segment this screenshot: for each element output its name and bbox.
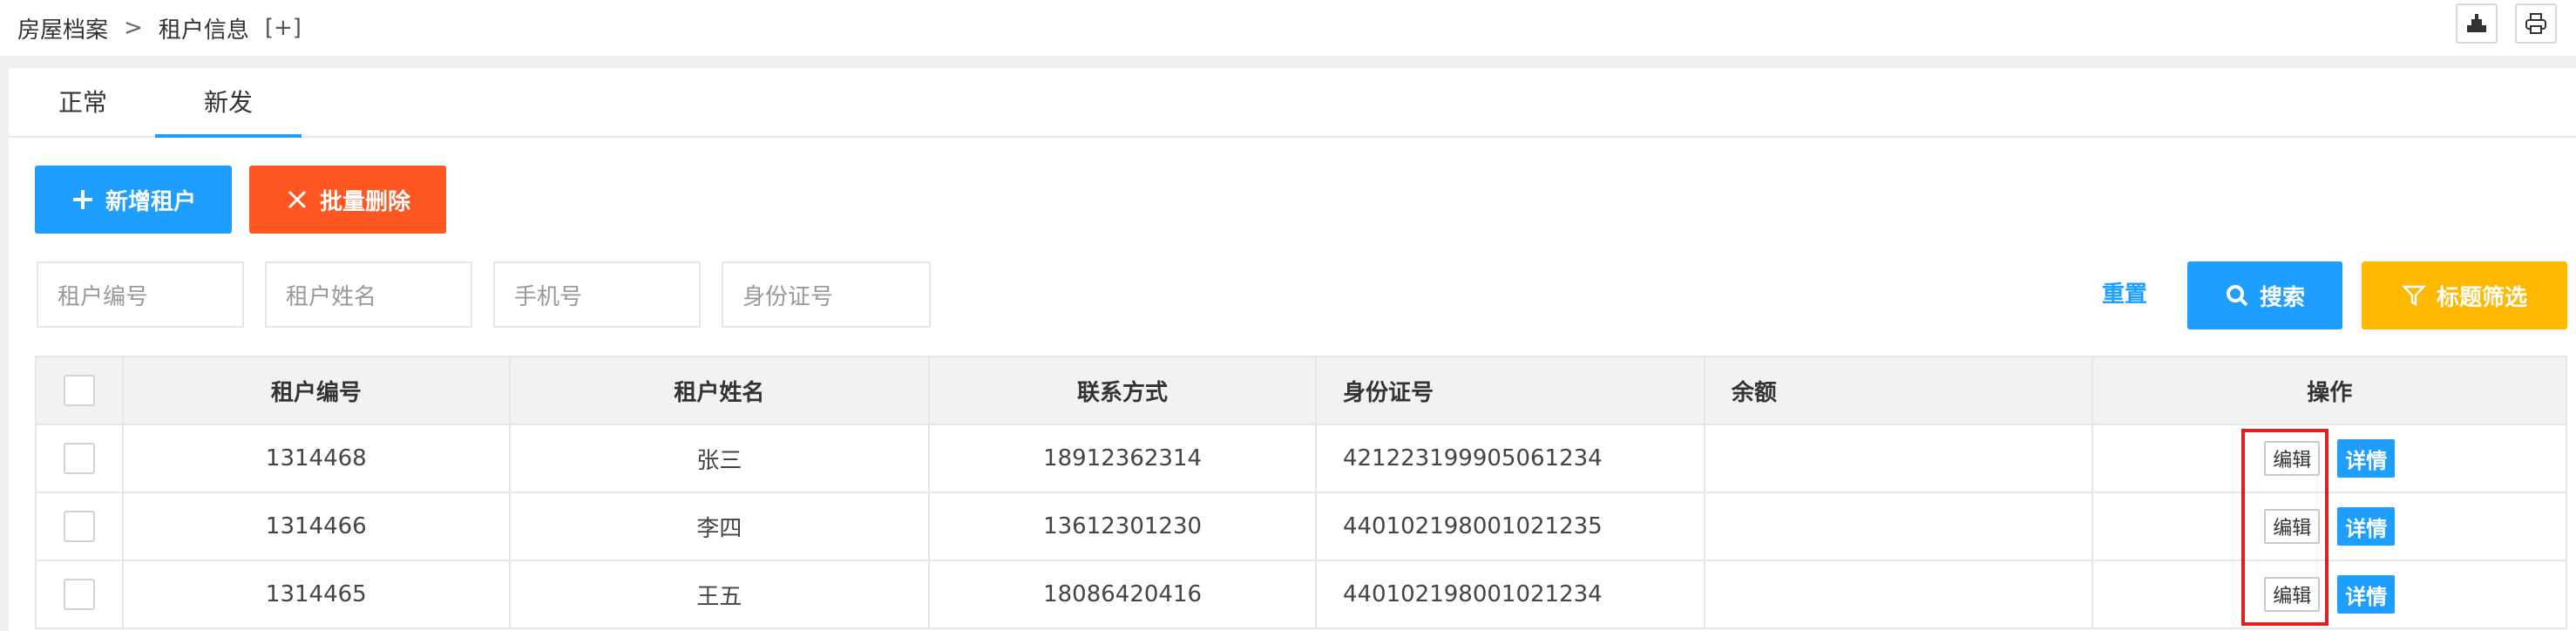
close-icon [288, 190, 307, 209]
table-row: 1314466 李四 13612301230 44010219800102123… [35, 492, 2567, 561]
phone-input[interactable]: 手机号 [493, 261, 701, 328]
cell-id-card: 421223199905061234 [1314, 424, 1705, 493]
header-balance: 余额 [1703, 356, 2094, 425]
header-phone: 联系方式 [928, 356, 1317, 425]
breadcrumb-current: 租户信息 [158, 17, 249, 44]
cell-id-card: 440102198001021234 [1314, 560, 1705, 629]
column-filter-button[interactable]: 标题筛选 [2362, 261, 2567, 329]
header-tenant-name: 租户姓名 [508, 356, 931, 425]
top-tools [2456, 3, 2557, 44]
cell-actions: 编辑 详情 [2091, 424, 2567, 493]
cell-actions: 编辑 详情 [2091, 492, 2567, 561]
tab-normal[interactable]: 正常 [26, 68, 139, 138]
breadcrumb-expand[interactable]: [+] [265, 15, 302, 41]
print-button[interactable] [2515, 3, 2557, 44]
main-card: 正常 新发 新增租户 批量删除 租户编号 租户姓名 手机号 身份证号 重置 搜索… [9, 68, 2576, 631]
column-filter-label: 标题筛选 [2436, 284, 2527, 311]
edit-button[interactable]: 编辑 [2264, 509, 2321, 544]
row-checkbox[interactable] [63, 511, 95, 542]
cell-id-card: 440102198001021235 [1314, 492, 1705, 561]
batch-delete-label: 批量删除 [319, 188, 410, 215]
cell-tenant-name: 张三 [508, 424, 931, 493]
cell-tenant-no: 1314468 [121, 424, 511, 493]
cell-tenant-name: 李四 [508, 492, 931, 561]
tab-new[interactable]: 新发 [155, 68, 302, 138]
cell-balance [1703, 492, 2094, 561]
export-icon [2467, 14, 2486, 32]
table-header-row: 租户编号 租户姓名 联系方式 身份证号 余额 操作 [35, 356, 2567, 425]
cell-tenant-no: 1314466 [121, 492, 511, 561]
row-select-cell [35, 424, 124, 493]
header-tenant-no: 租户编号 [121, 356, 511, 425]
select-all-checkbox[interactable] [63, 375, 95, 406]
breadcrumb-root[interactable]: 房屋档案 [17, 12, 108, 44]
cell-tenant-name: 王五 [508, 560, 931, 629]
filter-icon [2402, 285, 2426, 307]
tenant-no-input[interactable]: 租户编号 [37, 261, 244, 328]
tab-bar: 正常 新发 [9, 68, 2576, 138]
edit-button[interactable]: 编辑 [2264, 577, 2321, 612]
cell-actions: 编辑 详情 [2091, 560, 2567, 629]
cell-balance [1703, 560, 2094, 629]
detail-button[interactable]: 详情 [2337, 575, 2396, 614]
add-tenant-label: 新增租户 [105, 188, 196, 215]
cell-balance [1703, 424, 2094, 493]
cell-tenant-no: 1314465 [121, 560, 511, 629]
search-label: 搜索 [2259, 284, 2305, 311]
reset-link[interactable]: 重置 [2102, 261, 2147, 328]
export-button[interactable] [2456, 3, 2498, 44]
search-button[interactable]: 搜索 [2187, 261, 2342, 329]
header-id-card: 身份证号 [1314, 356, 1705, 425]
row-select-cell [35, 492, 124, 561]
tenant-name-input[interactable]: 租户姓名 [265, 261, 472, 328]
table-row: 1314465 王五 18086420416 44010219800102123… [35, 560, 2567, 629]
row-checkbox[interactable] [63, 579, 95, 610]
add-tenant-button[interactable]: 新增租户 [35, 166, 232, 234]
detail-button[interactable]: 详情 [2337, 507, 2396, 546]
search-icon [2226, 285, 2248, 307]
select-all-cell [35, 356, 124, 425]
plus-icon [72, 190, 92, 209]
id-card-input[interactable]: 身份证号 [722, 261, 931, 328]
breadcrumb-separator: > [124, 15, 143, 41]
edit-button[interactable]: 编辑 [2264, 441, 2321, 476]
cell-phone: 18086420416 [928, 560, 1317, 629]
detail-button[interactable]: 详情 [2337, 439, 2396, 478]
tenant-table: 租户编号 租户姓名 联系方式 身份证号 余额 操作 1314468 张三 189… [35, 356, 2567, 629]
table-row: 1314468 张三 18912362314 42122319990506123… [35, 424, 2567, 493]
cell-phone: 18912362314 [928, 424, 1317, 493]
breadcrumb: 房屋档案 > 租户信息 [+] [17, 12, 302, 44]
header-actions: 操作 [2091, 356, 2567, 425]
row-checkbox[interactable] [63, 443, 95, 474]
row-select-cell [35, 560, 124, 629]
batch-delete-button[interactable]: 批量删除 [249, 166, 446, 234]
print-icon [2525, 13, 2546, 34]
cell-phone: 13612301230 [928, 492, 1317, 561]
top-bar: 房屋档案 > 租户信息 [+] [0, 0, 2576, 56]
